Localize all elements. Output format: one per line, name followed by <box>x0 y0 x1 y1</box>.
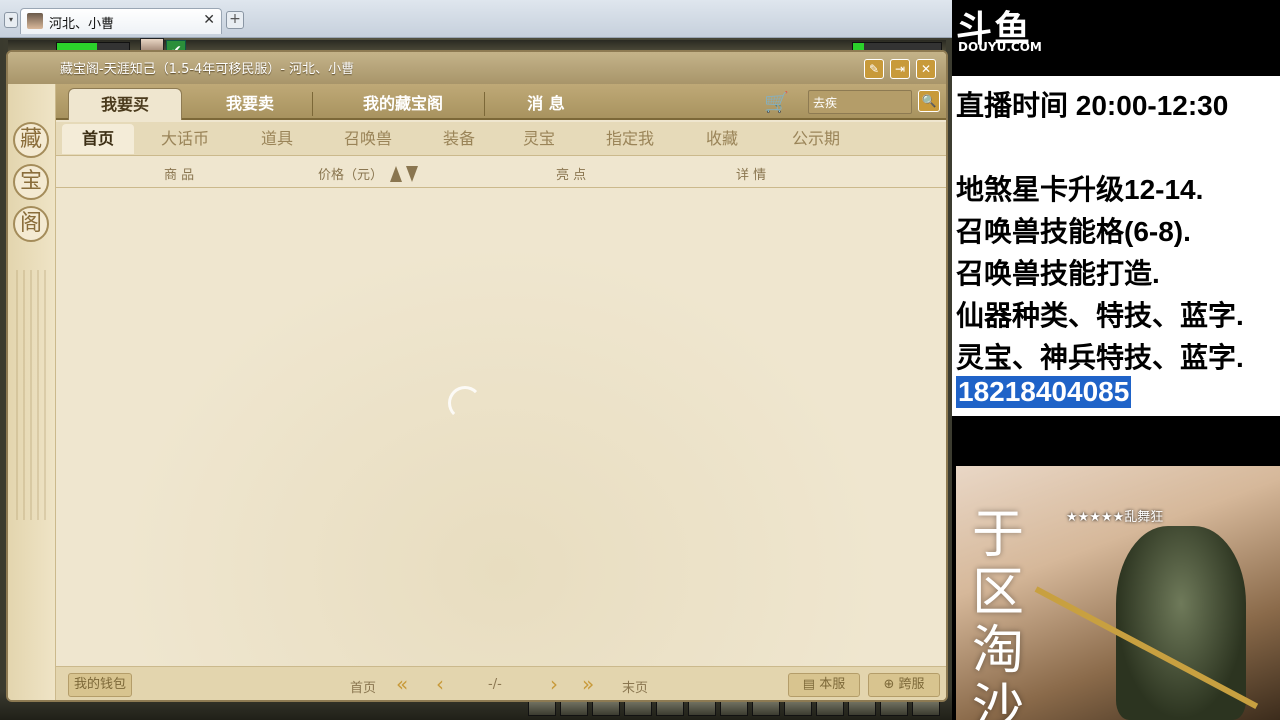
tab-lingbao[interactable]: 灵宝 <box>502 124 576 154</box>
next-page-icon[interactable]: › <box>550 674 558 694</box>
last-page-icon[interactable]: » <box>582 674 594 694</box>
column-highlight: 亮 点 <box>556 168 587 183</box>
tab-sell[interactable]: 我要卖 <box>190 88 310 120</box>
stream-schedule: 直播时间 20:00-12:30 <box>956 90 1229 121</box>
window-title: 藏宝阁-天涯知己（1.5-4年可移民服）- 河北、小曹 <box>60 62 355 77</box>
browser-tab[interactable]: 河北、小曹 ✕ <box>20 8 222 34</box>
character-card-image: 于区淘沙 ★★★★★乱舞狂 <box>956 466 1280 720</box>
tab-divider <box>484 92 485 116</box>
this-server-label: 本服 <box>819 677 846 692</box>
seal-character: 阁 <box>13 206 49 242</box>
tab-messages[interactable]: 消 息 <box>496 88 596 120</box>
tab-title: 河北、小曹 <box>49 17 115 32</box>
tab-home[interactable]: 首页 <box>62 124 134 154</box>
close-icon[interactable]: ✕ <box>916 59 936 79</box>
note-line: 召唤兽技能格(6-8). <box>956 216 1191 247</box>
note-line: 仙器种类、特技、蓝字. <box>956 300 1244 331</box>
cross-server-label: 跨服 <box>898 677 925 692</box>
first-page-link[interactable]: 首页 <box>350 677 376 696</box>
tab-items[interactable]: 道具 <box>238 124 316 154</box>
new-tab-button[interactable]: + <box>226 11 244 29</box>
tab-summons[interactable]: 召唤兽 <box>322 124 414 154</box>
tab-my-pavilion[interactable]: 我的藏宝阁 <box>324 88 482 120</box>
wallet-button[interactable]: 我的钱包 <box>68 673 132 697</box>
seal-character: 宝 <box>13 164 49 200</box>
first-page-icon[interactable]: « <box>396 674 408 694</box>
screen: ▾ 河北、小曹 ✕ + ✔ 藏宝阁-天涯知己（1.5-4年可移民服）- 河北、小… <box>0 0 1280 720</box>
stream-overlay-panel: 斗鱼 DOUYU.COM 直播时间 20:00-12:30 地煞星卡升级12-1… <box>952 0 1280 720</box>
douyu-logo: 斗鱼 DOUYU.COM <box>956 0 1042 54</box>
note-line: 灵宝、神兵特技、蓝字. <box>956 342 1244 373</box>
search-icon[interactable]: 🔍 <box>918 90 940 112</box>
tab-dropdown-button[interactable]: ▾ <box>4 12 18 28</box>
rail-decoration <box>16 270 48 520</box>
tab-public-period[interactable]: 公示期 <box>768 124 864 154</box>
stream-notes: 直播时间 20:00-12:30 地煞星卡升级12-14. 召唤兽技能格(6-8… <box>952 76 1280 416</box>
tab-favorites[interactable]: 收藏 <box>684 124 760 154</box>
left-rail: 藏 宝 阁 <box>8 84 56 700</box>
column-detail: 详 情 <box>736 168 767 183</box>
card-rank: ★★★★★乱舞狂 <box>1066 510 1164 525</box>
edit-icon[interactable]: ✎ <box>864 59 884 79</box>
column-goods: 商 品 <box>164 168 195 183</box>
tab-designated[interactable]: 指定我 <box>582 124 678 154</box>
tab-close-icon[interactable]: ✕ <box>203 12 215 28</box>
tab-currency[interactable]: 大话币 <box>142 124 228 154</box>
sort-down-icon[interactable] <box>406 166 418 182</box>
loading-spinner-icon <box>448 386 482 420</box>
cross-server-button[interactable]: ⊕ 跨服 <box>868 673 940 697</box>
category-tab-bar: 首页 大话币 道具 召唤兽 装备 灵宝 指定我 收藏 公示期 <box>56 122 946 156</box>
table-header: 商 品 价格（元） 亮 点 详 情 <box>56 156 946 188</box>
tab-equipment[interactable]: 装备 <box>422 124 496 154</box>
column-price[interactable]: 价格（元） <box>318 164 383 183</box>
tab-divider <box>312 92 313 116</box>
last-page-link[interactable]: 末页 <box>622 677 648 696</box>
prev-page-icon[interactable]: ‹ <box>436 674 444 694</box>
server-list-icon: ▤ <box>802 677 820 692</box>
note-line: 召唤兽技能打造. <box>956 258 1160 289</box>
contact-phone: 18218404085 <box>956 376 1132 408</box>
seal-character: 藏 <box>13 122 49 158</box>
search-input[interactable]: 去疾 <box>808 90 912 114</box>
page-indicator: -/- <box>488 677 502 692</box>
window-footer: 我的钱包 首页 « ‹ -/- › » 末页 ▤ 本服 ⊕ 跨服 <box>56 666 946 700</box>
browser-tab-strip: ▾ 河北、小曹 ✕ + <box>0 0 952 38</box>
cart-icon[interactable]: 🛒 <box>764 90 789 114</box>
card-calligraphy: 于区淘沙 <box>972 505 1025 720</box>
treasure-window: 藏宝阁-天涯知己（1.5-4年可移民服）- 河北、小曹 ✎ ⇥ ✕ 藏 宝 阁 … <box>6 50 948 702</box>
tab-buy[interactable]: 我要买 <box>68 88 182 120</box>
globe-icon: ⊕ <box>883 677 899 692</box>
this-server-button[interactable]: ▤ 本服 <box>788 673 860 697</box>
main-tab-bar: 我要买 我要卖 我的藏宝阁 消 息 🛒 去疾 🔍 <box>56 84 946 120</box>
window-titlebar[interactable]: 藏宝阁-天涯知己（1.5-4年可移民服）- 河北、小曹 ✎ ⇥ ✕ <box>8 52 946 84</box>
sort-up-icon[interactable] <box>390 166 402 182</box>
listing-area <box>56 188 946 666</box>
logo-url: DOUYU.COM <box>958 40 1042 54</box>
tab-favicon-icon <box>27 13 43 29</box>
exit-icon[interactable]: ⇥ <box>890 59 910 79</box>
note-line: 地煞星卡升级12-14. <box>956 174 1204 205</box>
